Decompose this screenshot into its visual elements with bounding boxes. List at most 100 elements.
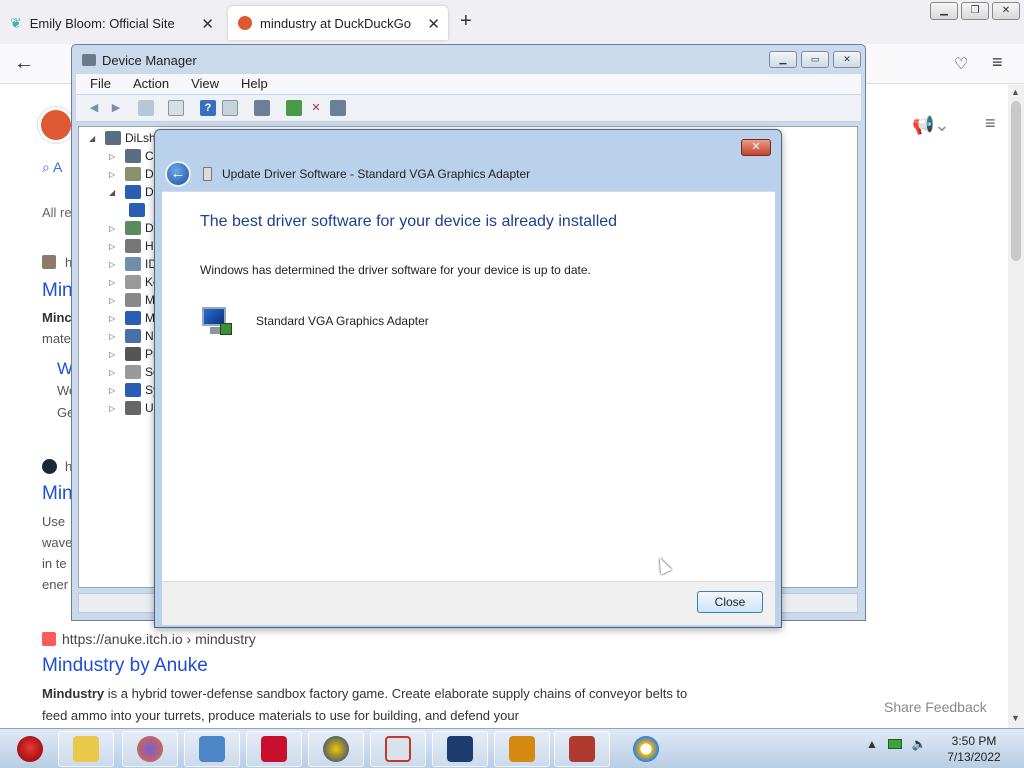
all-regions-filter[interactable]: All re bbox=[42, 205, 72, 220]
clock[interactable]: 3:50 PM 7/13/2022 bbox=[946, 733, 1002, 765]
share-feedback-button[interactable]: Share Feedback bbox=[874, 695, 997, 719]
tree-item[interactable]: ▷ Mi bbox=[109, 291, 158, 309]
minimize-button[interactable]: ▁ bbox=[769, 51, 797, 68]
window-title: Device Manager bbox=[102, 52, 197, 68]
duckduckgo-logo[interactable] bbox=[38, 107, 74, 143]
taskbar-browser-app[interactable] bbox=[618, 731, 674, 767]
expand-icon[interactable]: ▷ bbox=[109, 278, 119, 287]
clock-date: 7/13/2022 bbox=[947, 750, 1001, 764]
disable-device-icon[interactable] bbox=[330, 100, 346, 116]
menu-help[interactable]: Help bbox=[227, 74, 276, 94]
tab-mindustry-ddg[interactable]: mindustry at DuckDuckGo ✕ bbox=[228, 6, 448, 40]
expand-icon[interactable]: ▷ bbox=[109, 332, 119, 341]
new-tab-button[interactable]: + bbox=[460, 10, 472, 33]
dialog-body: The best driver software for your device… bbox=[162, 191, 775, 581]
taskbar-snipping-tool[interactable] bbox=[370, 731, 426, 767]
menu-view[interactable]: View bbox=[177, 74, 227, 94]
tree-item[interactable]: ▷ Sy bbox=[109, 381, 159, 399]
taskbar-x-app[interactable] bbox=[308, 731, 364, 767]
taskbar-acrobat[interactable] bbox=[246, 731, 302, 767]
result-title-link[interactable]: Mindustry by Anuke bbox=[42, 655, 208, 677]
tab-emily-bloom[interactable]: ❦ Emily Bloom: Official Site ✕ bbox=[0, 6, 222, 40]
forward-arrow-icon[interactable]: ▶ bbox=[108, 100, 124, 116]
pocket-icon[interactable]: ♡ bbox=[954, 54, 968, 74]
close-tab-icon[interactable]: ✕ bbox=[427, 15, 440, 33]
tree-item[interactable]: ▷ ID bbox=[109, 255, 157, 273]
scrollbar-thumb[interactable] bbox=[1011, 101, 1021, 261]
tree-root[interactable]: ◢ DiLsh bbox=[89, 129, 156, 147]
taskbar-cube-app[interactable] bbox=[432, 731, 488, 767]
result-title-fragment[interactable]: Min bbox=[42, 280, 73, 302]
uninstall-icon[interactable]: ✕ bbox=[308, 100, 324, 116]
scroll-down-icon[interactable]: ▼ bbox=[1011, 713, 1020, 723]
hamburger-menu-icon[interactable]: ≡ bbox=[985, 113, 996, 134]
monitor-icon bbox=[129, 203, 145, 217]
device-manager-titlebar[interactable]: Device Manager bbox=[72, 45, 865, 75]
menu-icon[interactable]: ≡ bbox=[992, 52, 1003, 73]
page-scrollbar[interactable]: ▲ ▼ bbox=[1008, 85, 1024, 728]
view-icon[interactable] bbox=[222, 100, 238, 116]
dialog-close-button[interactable]: ✕ bbox=[741, 139, 771, 156]
battery-icon[interactable] bbox=[887, 739, 902, 749]
close-window-button[interactable]: ✕ bbox=[992, 2, 1020, 20]
taskbar-archive-app[interactable] bbox=[494, 731, 550, 767]
tree-item[interactable]: ▷ Di bbox=[109, 165, 156, 183]
expand-icon[interactable]: ▷ bbox=[109, 368, 119, 377]
expand-icon[interactable]: ▷ bbox=[109, 350, 119, 359]
tab-all[interactable]: ⌕ A bbox=[42, 159, 62, 176]
help-icon[interactable]: ? bbox=[200, 100, 216, 116]
tree-item[interactable]: ▷ So bbox=[109, 363, 160, 381]
show-hide-tree-icon[interactable] bbox=[138, 100, 154, 116]
taskbar-toolbox-app[interactable] bbox=[554, 731, 610, 767]
expand-icon[interactable]: ▷ bbox=[109, 296, 119, 305]
expand-icon[interactable]: ▷ bbox=[109, 170, 119, 179]
device-manager-toolbar: ◀ ▶ ? ✕ bbox=[76, 95, 861, 122]
back-arrow-icon[interactable]: ← bbox=[165, 161, 191, 187]
menu-file[interactable]: File bbox=[76, 74, 119, 94]
taskbar-firefox[interactable] bbox=[122, 731, 178, 767]
expand-icon[interactable]: ▷ bbox=[109, 404, 119, 413]
tree-item[interactable]: ▷ Ne bbox=[109, 327, 160, 345]
tree-item-display-adapters[interactable]: ◢ Di bbox=[109, 183, 156, 201]
expand-icon[interactable]: ▷ bbox=[109, 152, 119, 161]
expand-icon[interactable]: ▷ bbox=[109, 242, 119, 251]
expand-icon[interactable]: ▷ bbox=[109, 314, 119, 323]
system-devices-icon bbox=[125, 383, 141, 397]
maximize-button[interactable]: ❐ bbox=[961, 2, 989, 20]
maximize-button[interactable]: ▭ bbox=[801, 51, 829, 68]
update-driver-icon[interactable] bbox=[286, 100, 302, 116]
expand-icon[interactable]: ▷ bbox=[109, 224, 119, 233]
collapse-icon[interactable]: ◢ bbox=[109, 188, 119, 197]
taskbar-device-manager[interactable] bbox=[184, 731, 240, 767]
tree-item[interactable]: ▷ Co bbox=[109, 147, 160, 165]
acrobat-icon bbox=[261, 736, 287, 762]
result-title-fragment[interactable]: Min bbox=[42, 483, 73, 505]
close-tab-icon[interactable]: ✕ bbox=[201, 15, 214, 33]
back-arrow-icon[interactable]: ◀ bbox=[86, 100, 102, 116]
properties-icon[interactable] bbox=[168, 100, 184, 116]
minimize-button[interactable]: ▁ bbox=[930, 2, 958, 20]
collapse-icon[interactable]: ◢ bbox=[89, 134, 99, 143]
result-url[interactable]: https://anuke.itch.io › mindustry bbox=[42, 631, 256, 647]
device-manager-menubar: File Action View Help bbox=[76, 74, 861, 94]
start-button[interactable] bbox=[2, 731, 58, 767]
megaphone-icon[interactable]: 📢⌄ bbox=[912, 115, 950, 136]
expand-icon[interactable]: ▷ bbox=[109, 260, 119, 269]
close-window-button[interactable]: ✕ bbox=[833, 51, 861, 68]
tree-item[interactable]: ▷ Ur bbox=[109, 399, 158, 417]
show-hidden-icons-icon[interactable]: ▲ bbox=[866, 737, 878, 751]
close-button[interactable]: Close bbox=[697, 591, 763, 613]
scan-hardware-icon[interactable] bbox=[254, 100, 270, 116]
tree-item[interactable]: ▷ Pr bbox=[109, 345, 157, 363]
back-arrow-icon[interactable]: ← bbox=[14, 52, 34, 75]
scroll-up-icon[interactable]: ▲ bbox=[1011, 87, 1020, 97]
volume-icon[interactable]: 🔈 bbox=[912, 737, 927, 751]
expand-icon[interactable]: ▷ bbox=[109, 386, 119, 395]
menu-action[interactable]: Action bbox=[119, 74, 177, 94]
device-icon bbox=[203, 167, 212, 181]
tree-item-vga-adapter[interactable] bbox=[129, 201, 149, 219]
device-manager-icon bbox=[82, 54, 96, 66]
tree-item[interactable]: ▷ Hu bbox=[109, 237, 160, 255]
tree-item[interactable]: ▷ Ke bbox=[109, 273, 160, 291]
taskbar-explorer[interactable] bbox=[58, 731, 114, 767]
